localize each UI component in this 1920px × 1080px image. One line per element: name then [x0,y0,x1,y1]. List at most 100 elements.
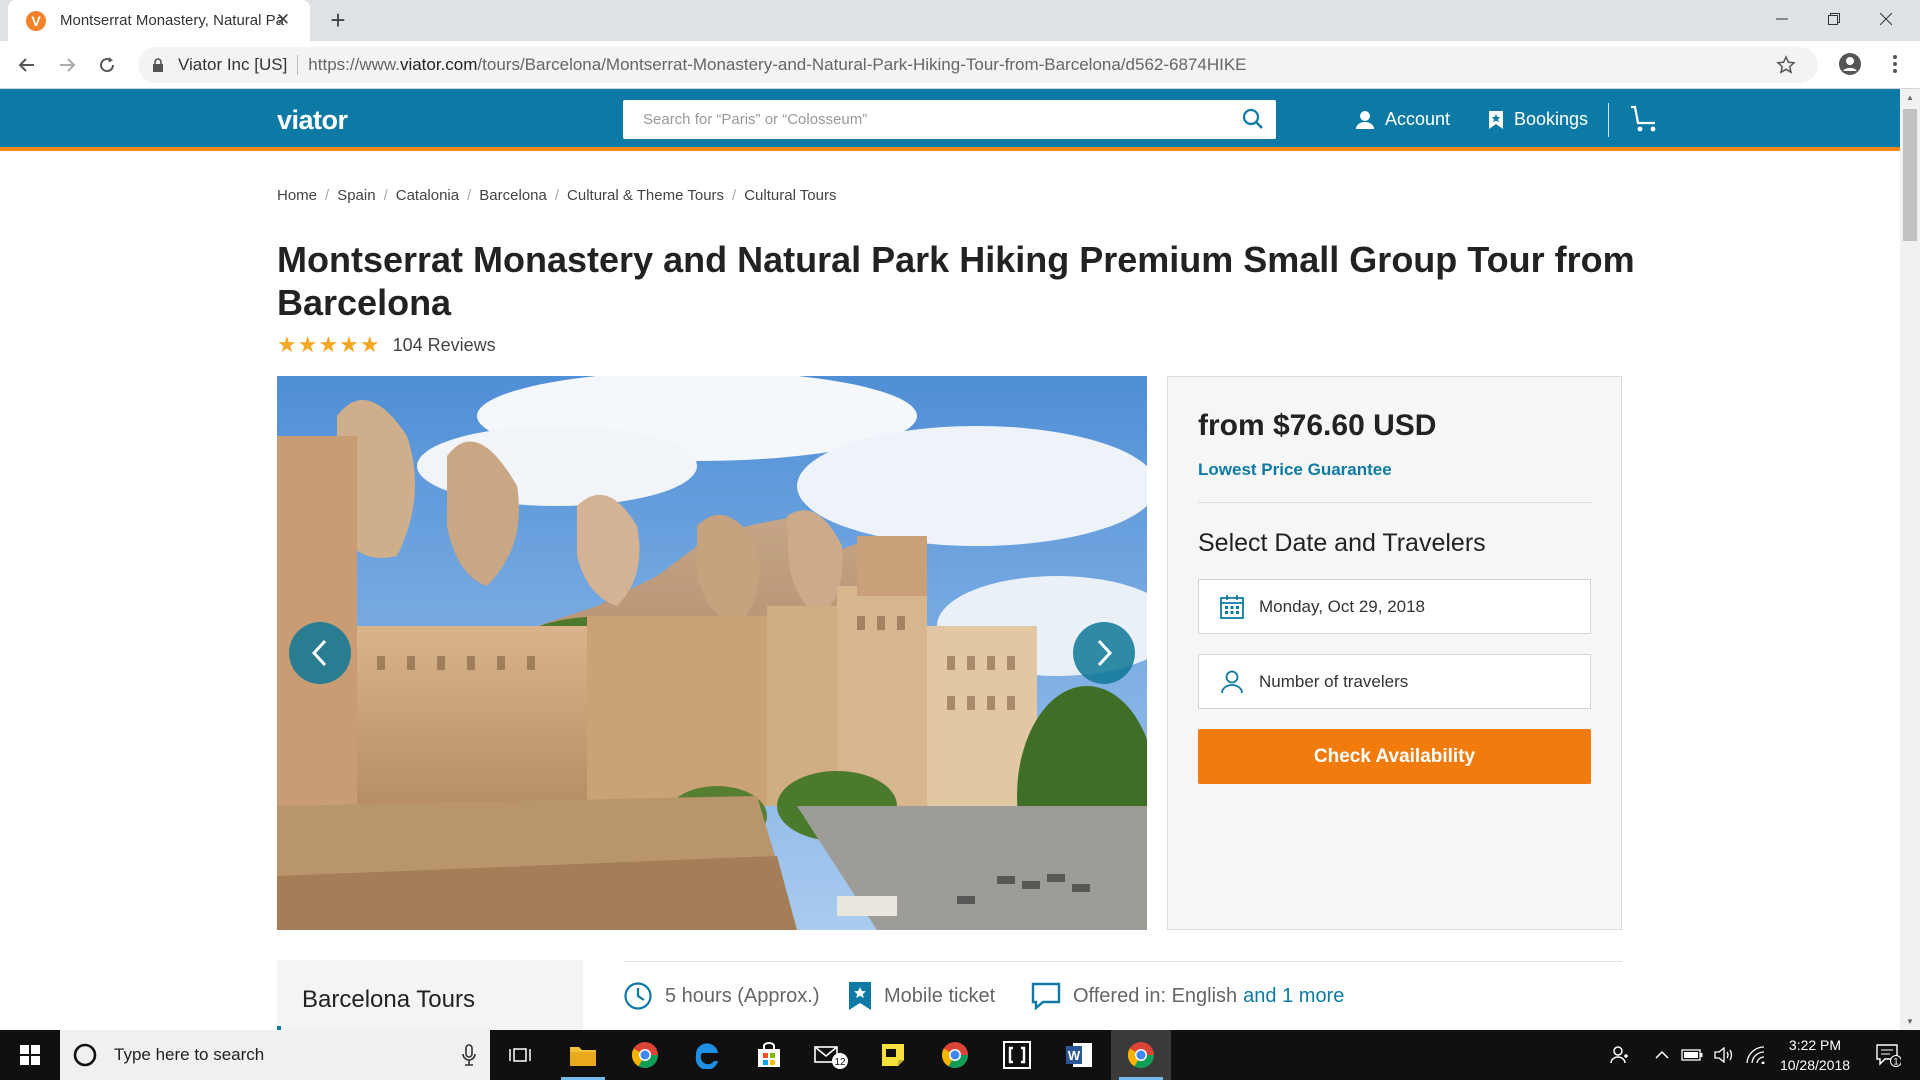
microphone-icon[interactable] [462,1044,476,1066]
bookmark-icon [1489,110,1503,129]
lowest-price-guarantee-link[interactable]: Lowest Price Guarantee [1198,460,1392,480]
taskbar-mail[interactable]: 12 [801,1030,861,1080]
forward-arrow-icon [60,58,76,72]
reviews-link[interactable]: 104 Reviews [393,335,496,356]
reload-icon [100,57,115,73]
url-text[interactable]: https://www.viator.com/tours/Barcelona/M… [308,55,1246,75]
battery-icon [1681,1049,1703,1061]
chevron-up-icon [1655,1050,1669,1059]
taskbar-clock[interactable]: 3:22 PM 10/28/2018 [1770,1035,1860,1075]
back-arrow-icon [18,58,34,72]
restore-button[interactable] [1804,0,1864,38]
taskbar-chrome-active[interactable] [1111,1030,1171,1080]
task-view-button[interactable] [490,1030,550,1080]
minimize-icon [1776,18,1788,20]
breadcrumb-catalonia[interactable]: Catalonia [396,187,459,204]
breadcrumb-cultural-theme-tours[interactable]: Cultural & Theme Tours [567,187,724,204]
volume-button[interactable] [1710,1030,1738,1080]
people-icon [1610,1046,1628,1064]
minimize-button[interactable] [1752,0,1812,38]
forward-button[interactable] [53,51,81,79]
mail-badge-count: 12 [834,1057,846,1068]
duration-feature: 5 hours (Approx.) [623,981,820,1011]
taskbar-app-frame[interactable] [987,1030,1047,1080]
battery-button[interactable] [1678,1030,1706,1080]
bookmark-star-icon[interactable] [1776,55,1796,75]
taskbar-chrome-2[interactable] [925,1030,985,1080]
taskbar-sticky-notes[interactable] [863,1030,923,1080]
scroll-up-arrow-icon[interactable]: ▲ [1900,89,1920,106]
start-button[interactable] [0,1030,60,1080]
tab-close-icon[interactable]: ✕ [274,11,292,29]
taskbar-edge[interactable] [677,1030,737,1080]
breadcrumb-cultural-tours[interactable]: Cultural Tours [744,187,836,204]
breadcrumb-separator: / [383,187,388,204]
notification-count: 1 [1893,1057,1898,1067]
account-link[interactable]: Account [1355,109,1450,130]
close-window-button[interactable] [1856,0,1916,38]
windows-taskbar: Type here to search 12 W 3:22 PM 10/28/2… [0,1030,1920,1080]
reload-button[interactable] [93,51,121,79]
calendar-icon [1220,594,1244,619]
breadcrumb-separator: / [554,187,560,204]
check-availability-button[interactable]: Check Availability [1198,729,1591,784]
taskbar-file-explorer[interactable] [553,1030,613,1080]
site-header: viator Account Bookings [0,89,1900,151]
site-search [623,100,1276,139]
breadcrumb-separator: / [467,187,472,204]
action-center-button[interactable]: 1 [1866,1030,1910,1080]
chrome-icon [1127,1042,1155,1069]
barcelona-tours-heading[interactable]: Barcelona Tours [302,986,475,1014]
taskbar-word[interactable]: W [1049,1030,1109,1080]
mobile-ticket-icon [849,982,871,1010]
clock-date: 10/28/2018 [1779,1057,1851,1073]
more-languages-link[interactable]: and 1 more [1243,985,1344,1008]
taskbar-store[interactable] [739,1030,799,1080]
scroll-thumb[interactable] [1903,109,1917,241]
taskbar-search[interactable]: Type here to search [60,1030,490,1080]
network-button[interactable] [1742,1030,1770,1080]
search-icon[interactable] [1242,108,1264,130]
breadcrumb-separator: / [325,187,330,204]
profile-icon[interactable] [1838,52,1862,76]
header-divider [1608,103,1609,137]
restore-icon [1828,13,1840,25]
volume-icon [1714,1047,1733,1063]
bookings-label: Bookings [1514,109,1589,129]
chrome-icon [941,1042,969,1069]
browser-tab-strip: V Montserrat Monastery, Natural Park Hik… [0,0,1920,41]
browser-tab[interactable]: V Montserrat Monastery, Natural Park Hik… [8,0,310,41]
viator-logo[interactable]: viator [277,105,348,136]
site-identity[interactable]: Viator Inc [US] [178,55,287,75]
travelers-field[interactable]: Number of travelers [1198,654,1591,709]
clock-time: 3:22 PM [1788,1037,1842,1053]
bookings-link[interactable]: Bookings [1488,109,1588,130]
browser-menu-icon[interactable] [1892,54,1898,74]
new-tab-button[interactable]: + [324,6,352,34]
photo-gallery[interactable] [277,376,1147,930]
date-picker[interactable]: Monday, Oct 29, 2018 [1198,579,1591,634]
store-icon [758,1042,780,1067]
gallery-prev-button[interactable] [289,622,351,684]
svg-text:W: W [1068,1048,1081,1063]
breadcrumb-barcelona[interactable]: Barcelona [479,187,547,204]
breadcrumb-spain[interactable]: Spain [337,187,375,204]
booking-panel: from $76.60 USD Lowest Price Guarantee S… [1167,376,1622,930]
address-bar[interactable]: Viator Inc [US] https://www.viator.com/t… [138,47,1818,83]
cortana-icon [73,1043,97,1067]
cart-icon[interactable] [1630,105,1660,133]
taskbar-chrome[interactable] [615,1030,675,1080]
ticket-text: Mobile ticket [884,984,996,1007]
breadcrumb-home[interactable]: Home [277,187,317,204]
gallery-next-button[interactable] [1073,622,1135,684]
url-domain: viator.com [399,55,478,74]
edge-icon [695,1043,718,1069]
back-button[interactable] [13,51,41,79]
hidden-icons-button[interactable] [1650,1030,1674,1080]
search-input[interactable] [623,111,1223,128]
url-path: /tours/Barcelona/Montserrat-Monastery-an… [477,55,1247,74]
people-button[interactable] [1605,1030,1635,1080]
chevron-left-icon [311,639,327,667]
page-scrollbar[interactable]: ▲ ▼ [1900,89,1920,1030]
scroll-down-arrow-icon[interactable]: ▼ [1900,1013,1920,1030]
